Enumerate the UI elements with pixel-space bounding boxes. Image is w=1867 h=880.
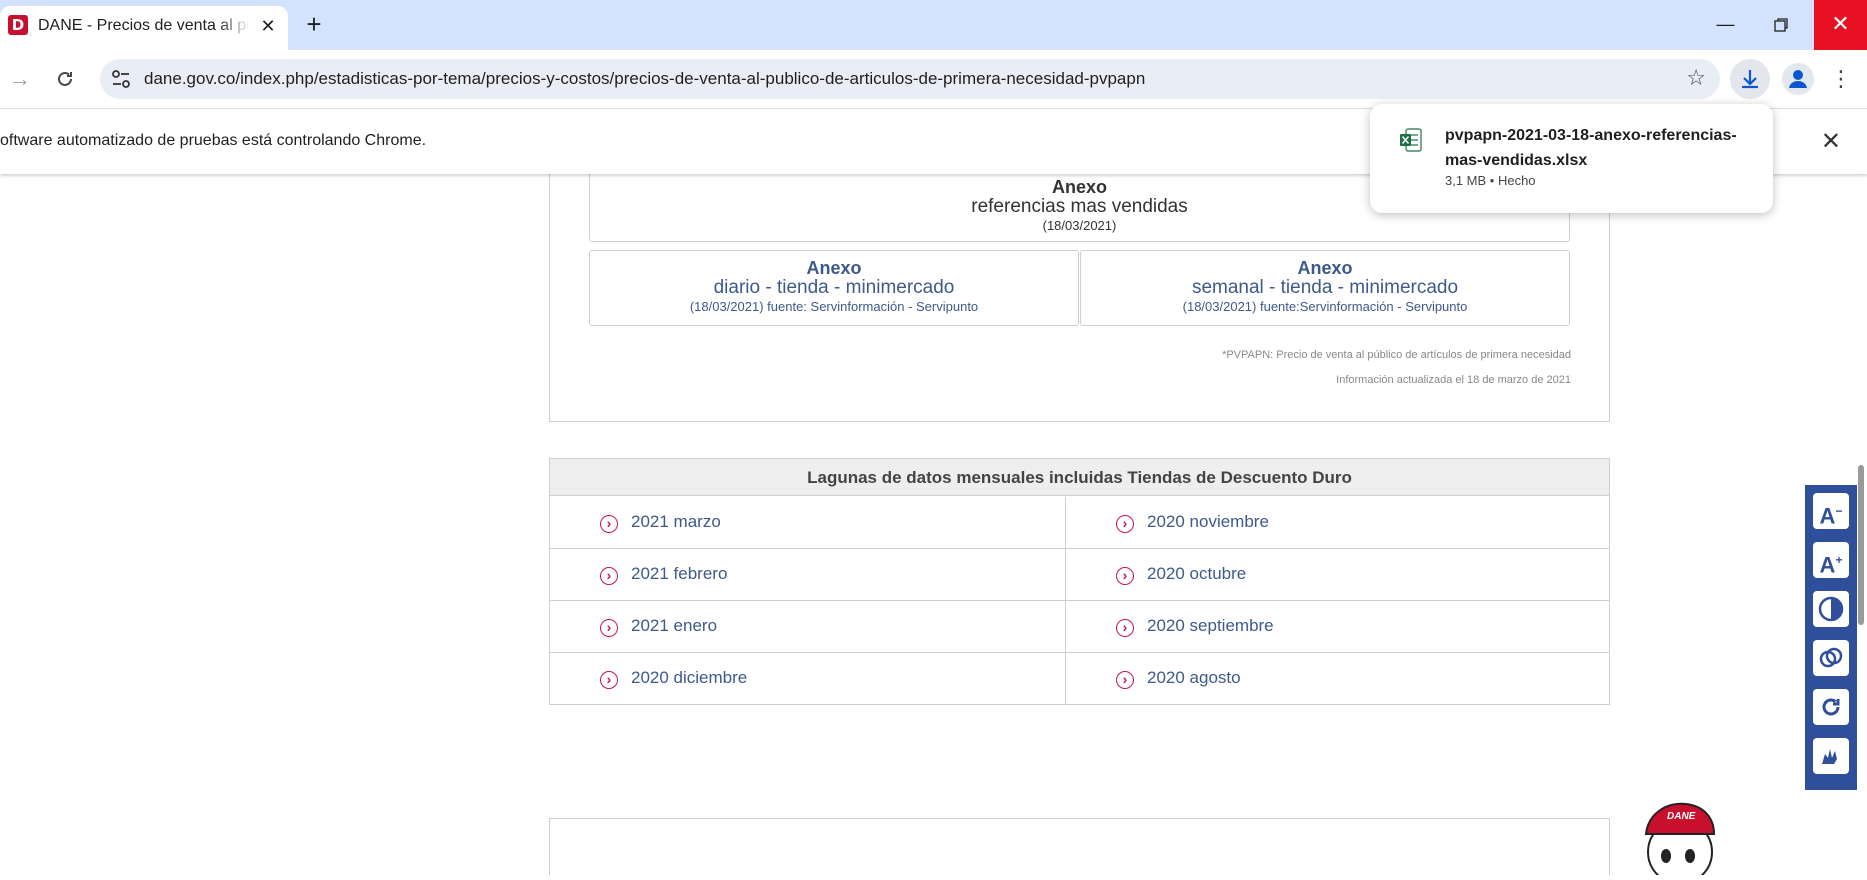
annex-diario-date: (18/03/2021) fuente: Servinformación - S… bbox=[689, 299, 979, 314]
lagunas-link-label: 2020 diciembre bbox=[631, 668, 748, 687]
lagunas-link-label: 2020 octubre bbox=[1147, 564, 1247, 583]
annex-diario-link[interactable]: Anexo diario - tienda - minimercado (18/… bbox=[589, 250, 1079, 326]
dane-mascot-icon[interactable]: DANE bbox=[1630, 790, 1730, 880]
reload-icon[interactable] bbox=[50, 64, 80, 94]
url-text: dane.gov.co/index.php/estadisticas-por-t… bbox=[144, 69, 1146, 88]
lagunas-table: Lagunas de datos mensuales incluidas Tie… bbox=[549, 458, 1610, 705]
site-info-icon[interactable] bbox=[110, 68, 132, 90]
chevron-right-icon: › bbox=[1116, 515, 1134, 533]
scrollbar-thumb[interactable] bbox=[1858, 465, 1864, 625]
chevron-right-icon: › bbox=[1116, 671, 1134, 689]
page-content: *PVPAPN: Precio de venta al público de a… bbox=[0, 174, 1867, 875]
chevron-right-icon: › bbox=[1116, 567, 1134, 585]
download-icon bbox=[1742, 70, 1758, 89]
excel-file-icon bbox=[1400, 128, 1422, 152]
sign-language-icon[interactable] bbox=[1813, 738, 1849, 774]
pvpapn-definition-note: *PVPAPN: Precio de venta al público de a… bbox=[1222, 349, 1571, 361]
chevron-right-icon: › bbox=[600, 515, 618, 533]
reset-icon[interactable] bbox=[1813, 689, 1849, 725]
annex-semanal-subtitle: semanal - tienda - minimercado bbox=[1191, 277, 1459, 298]
chevron-right-icon: › bbox=[600, 567, 618, 585]
menu-icon[interactable]: ⋮ bbox=[1830, 62, 1852, 96]
lagunas-link[interactable]: › 2020 octubre bbox=[1066, 549, 1609, 601]
lagunas-link[interactable]: › 2021 enero bbox=[550, 601, 1066, 653]
updated-note: Información actualizada el 18 de marzo d… bbox=[1336, 374, 1571, 386]
infobar-close-icon[interactable]: ✕ bbox=[1821, 127, 1841, 156]
lagunas-link-label: 2021 enero bbox=[631, 616, 718, 635]
minimize-icon[interactable]: — bbox=[1702, 0, 1749, 50]
lagunas-link[interactable]: › 2020 septiembre bbox=[1066, 601, 1609, 653]
lagunas-link[interactable]: › 2020 noviembre bbox=[1066, 497, 1609, 549]
chevron-right-icon: › bbox=[600, 619, 618, 637]
tab-close-icon[interactable]: ✕ bbox=[256, 14, 280, 38]
bookmark-star-icon[interactable]: ☆ bbox=[1686, 65, 1706, 91]
lagunas-link-label: 2021 marzo bbox=[631, 512, 721, 531]
next-section-box bbox=[549, 818, 1610, 875]
downloads-button[interactable] bbox=[1730, 59, 1770, 99]
lagunas-link[interactable]: › 2021 marzo bbox=[550, 497, 1066, 549]
chevron-right-icon: › bbox=[1116, 619, 1134, 637]
mascot-cap-text: DANE bbox=[1667, 811, 1696, 822]
annex-diario-subtitle: diario - tienda - minimercado bbox=[713, 277, 955, 298]
lagunas-link[interactable]: › 2020 diciembre bbox=[550, 653, 1066, 705]
lagunas-header: Lagunas de datos mensuales incluidas Tie… bbox=[550, 459, 1609, 496]
browser-tab[interactable]: D DANE - Precios de venta al públ ✕ bbox=[0, 6, 288, 50]
annex-semanal-date: (18/03/2021) fuente:Servinformación - Se… bbox=[1182, 299, 1468, 314]
increase-font-icon[interactable]: A+ bbox=[1813, 542, 1849, 578]
download-filename[interactable]: pvpapn-2021-03-18-anexo-referencias-mas-… bbox=[1445, 123, 1745, 173]
annex-semanal-link[interactable]: Anexo semanal - tienda - minimercado (18… bbox=[1080, 250, 1570, 326]
annex-semanal-title: Anexo bbox=[1297, 258, 1353, 278]
browser-toolbar: → dane.gov.co/index.php/estadisticas-por… bbox=[0, 50, 1867, 108]
annex-diario-title: Anexo bbox=[806, 258, 862, 278]
link-highlight-icon[interactable] bbox=[1813, 640, 1849, 676]
download-bubble: pvpapn-2021-03-18-anexo-referencias-mas-… bbox=[1370, 104, 1773, 213]
dane-favicon-icon: D bbox=[8, 15, 28, 35]
tab-title-fade bbox=[218, 14, 250, 40]
lagunas-link-label: 2020 septiembre bbox=[1147, 616, 1274, 635]
download-status: 3,1 MB • Hecho bbox=[1445, 173, 1536, 188]
chevron-right-icon: › bbox=[600, 671, 618, 689]
lagunas-link[interactable]: › 2020 agosto bbox=[1066, 653, 1609, 705]
tab-title: DANE - Precios de venta al públ bbox=[38, 17, 248, 34]
person-icon bbox=[1789, 70, 1807, 88]
tab-strip: D DANE - Precios de venta al públ ✕ + — … bbox=[0, 0, 1867, 50]
new-tab-icon[interactable]: + bbox=[300, 11, 328, 39]
lagunas-link-label: 2020 agosto bbox=[1147, 668, 1241, 687]
lagunas-link[interactable]: › 2021 febrero bbox=[550, 549, 1066, 601]
lagunas-link-label: 2020 noviembre bbox=[1147, 512, 1269, 531]
annex-referencias-date: (18/03/2021) bbox=[1042, 218, 1117, 233]
address-bar[interactable]: dane.gov.co/index.php/estadisticas-por-t… bbox=[100, 59, 1720, 99]
lagunas-link-label: 2021 febrero bbox=[631, 564, 728, 583]
profile-avatar[interactable] bbox=[1782, 63, 1814, 95]
window-close-icon[interactable]: ✕ bbox=[1814, 0, 1867, 50]
infobar-text: oftware automatizado de pruebas está con… bbox=[0, 132, 427, 149]
accessibility-toolbar: A− A+ bbox=[1805, 485, 1857, 790]
forward-icon[interactable]: → bbox=[5, 64, 35, 94]
decrease-font-icon[interactable]: A− bbox=[1813, 493, 1849, 529]
contrast-icon[interactable] bbox=[1813, 591, 1849, 627]
restore-icon[interactable] bbox=[1757, 0, 1804, 50]
